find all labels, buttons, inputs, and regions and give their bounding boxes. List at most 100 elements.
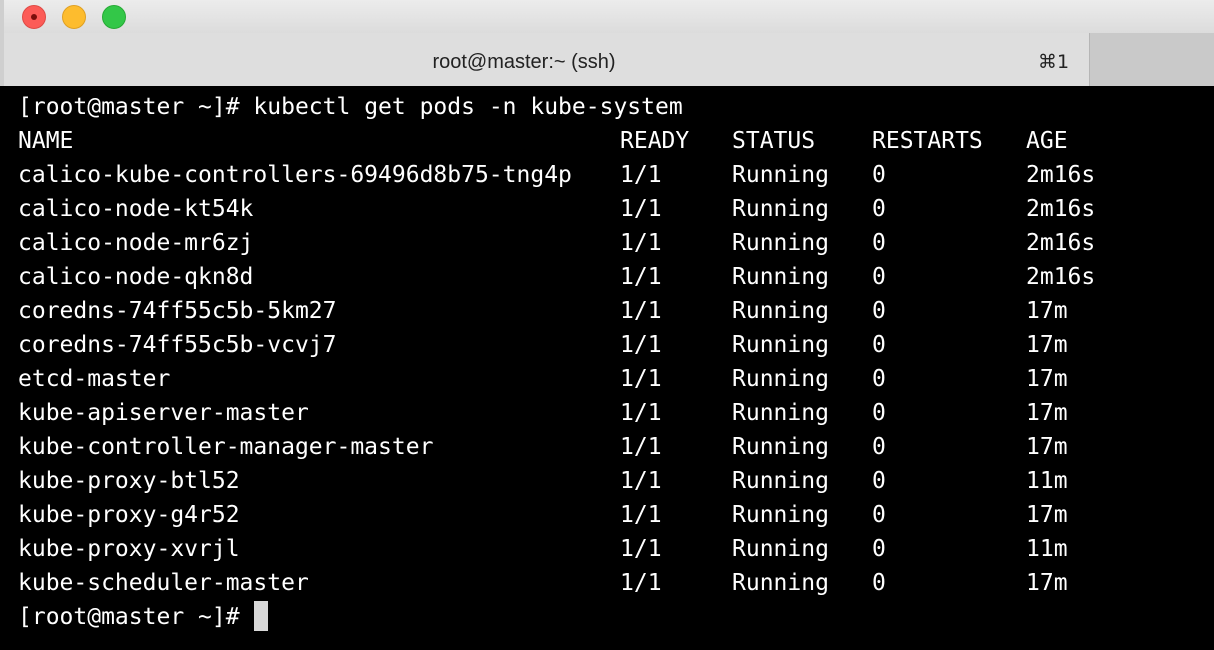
pod-status: Running bbox=[732, 570, 829, 596]
header-name: NAME bbox=[18, 128, 74, 154]
pod-status: Running bbox=[732, 264, 829, 290]
pod-ready: 1/1 bbox=[620, 196, 662, 222]
pod-name: coredns-74ff55c5b-5km27 bbox=[18, 298, 337, 324]
pod-restarts: 0 bbox=[872, 536, 886, 562]
pod-restarts: 0 bbox=[872, 400, 886, 426]
pod-ready: 1/1 bbox=[620, 502, 662, 528]
header-age: AGE bbox=[1026, 128, 1068, 154]
pod-status: Running bbox=[732, 196, 829, 222]
pod-name: kube-proxy-btl52 bbox=[18, 468, 240, 494]
table-row: etcd-master 1/1 Running 0 17m bbox=[18, 362, 1068, 396]
header-restarts: RESTARTS bbox=[872, 128, 983, 154]
pod-restarts: 0 bbox=[872, 264, 886, 290]
pod-ready: 1/1 bbox=[620, 468, 662, 494]
title-bar bbox=[0, 0, 1214, 33]
pod-restarts: 0 bbox=[872, 196, 886, 222]
pod-restarts: 0 bbox=[872, 468, 886, 494]
terminal-window: root@master:~ (ssh) ⌘1 [root@master ~]# … bbox=[0, 0, 1214, 650]
pod-restarts: 0 bbox=[872, 332, 886, 358]
pod-age: 17m bbox=[1026, 332, 1068, 358]
pod-ready: 1/1 bbox=[620, 400, 662, 426]
tab-ssh-session[interactable]: root@master:~ (ssh) ⌘1 bbox=[4, 33, 1090, 86]
pod-age: 11m bbox=[1026, 536, 1068, 562]
minimize-window-button[interactable] bbox=[62, 5, 86, 29]
pod-status: Running bbox=[732, 230, 829, 256]
pod-ready: 1/1 bbox=[620, 230, 662, 256]
table-header: NAME READY STATUS RESTARTS AGE bbox=[18, 124, 1068, 158]
pod-name: kube-proxy-xvrjl bbox=[18, 536, 240, 562]
table-row: coredns-74ff55c5b-5km27 1/1 Running 0 17… bbox=[18, 294, 1068, 328]
pod-name: calico-kube-controllers-69496d8b75-tng4p bbox=[18, 162, 572, 188]
header-ready: READY bbox=[620, 128, 690, 154]
maximize-window-button[interactable] bbox=[102, 5, 126, 29]
pod-ready: 1/1 bbox=[620, 434, 662, 460]
command-line: [root@master ~]# kubectl get pods -n kub… bbox=[18, 90, 683, 124]
pod-name: kube-scheduler-master bbox=[18, 570, 309, 596]
pod-age: 17m bbox=[1026, 502, 1068, 528]
pod-name: kube-controller-manager-master bbox=[18, 434, 434, 460]
pod-restarts: 0 bbox=[872, 162, 886, 188]
pod-status: Running bbox=[732, 468, 829, 494]
tab-bar: root@master:~ (ssh) ⌘1 bbox=[0, 33, 1214, 86]
pod-status: Running bbox=[732, 366, 829, 392]
tab-title: root@master:~ (ssh) bbox=[432, 51, 616, 73]
close-window-button[interactable] bbox=[22, 5, 46, 29]
pod-restarts: 0 bbox=[872, 570, 886, 596]
pod-ready: 1/1 bbox=[620, 298, 662, 324]
shell-prompt: [root@master ~]# bbox=[18, 604, 240, 630]
pod-restarts: 0 bbox=[872, 230, 886, 256]
table-row: calico-kube-controllers-69496d8b75-tng4p… bbox=[18, 158, 1095, 192]
pod-restarts: 0 bbox=[872, 434, 886, 460]
pod-name: calico-node-kt54k bbox=[18, 196, 254, 222]
pod-restarts: 0 bbox=[872, 502, 886, 528]
pod-ready: 1/1 bbox=[620, 536, 662, 562]
table-row: calico-node-qkn8d 1/1 Running 0 2m16s bbox=[18, 260, 1095, 294]
pod-ready: 1/1 bbox=[620, 570, 662, 596]
pod-age: 2m16s bbox=[1026, 230, 1096, 256]
table-row: coredns-74ff55c5b-vcvj7 1/1 Running 0 17… bbox=[18, 328, 1068, 362]
pod-age: 17m bbox=[1026, 434, 1068, 460]
pod-name: kube-apiserver-master bbox=[18, 400, 309, 426]
pod-status: Running bbox=[732, 434, 829, 460]
table-row: kube-scheduler-master 1/1 Running 0 17m bbox=[18, 566, 1068, 600]
pod-ready: 1/1 bbox=[620, 264, 662, 290]
tab-shortcut-label: ⌘1 bbox=[1038, 51, 1070, 73]
pod-age: 17m bbox=[1026, 366, 1068, 392]
pod-status: Running bbox=[732, 400, 829, 426]
header-status: STATUS bbox=[732, 128, 816, 154]
terminal-output[interactable]: [root@master ~]# kubectl get pods -n kub… bbox=[0, 86, 1214, 650]
pod-ready: 1/1 bbox=[620, 332, 662, 358]
tab-bar-empty-area[interactable] bbox=[1090, 33, 1214, 86]
table-row: calico-node-mr6zj 1/1 Running 0 2m16s bbox=[18, 226, 1095, 260]
table-row: kube-controller-manager-master 1/1 Runni… bbox=[18, 430, 1068, 464]
table-row: kube-proxy-btl52 1/1 Running 0 11m bbox=[18, 464, 1068, 498]
pod-name: etcd-master bbox=[18, 366, 171, 392]
pod-status: Running bbox=[732, 332, 829, 358]
pod-status: Running bbox=[732, 536, 829, 562]
pod-age: 2m16s bbox=[1026, 162, 1096, 188]
table-row: kube-apiserver-master 1/1 Running 0 17m bbox=[18, 396, 1068, 430]
pod-ready: 1/1 bbox=[620, 366, 662, 392]
shell-prompt: [root@master ~]# bbox=[18, 94, 240, 120]
table-row: calico-node-kt54k 1/1 Running 0 2m16s bbox=[18, 192, 1095, 226]
pod-name: calico-node-mr6zj bbox=[18, 230, 254, 256]
pod-status: Running bbox=[732, 162, 829, 188]
pod-name: kube-proxy-g4r52 bbox=[18, 502, 240, 528]
pod-restarts: 0 bbox=[872, 298, 886, 324]
pod-name: coredns-74ff55c5b-vcvj7 bbox=[18, 332, 337, 358]
pod-age: 11m bbox=[1026, 468, 1068, 494]
pod-age: 2m16s bbox=[1026, 196, 1096, 222]
pod-status: Running bbox=[732, 502, 829, 528]
text-cursor bbox=[253, 600, 268, 631]
pod-status: Running bbox=[732, 298, 829, 324]
table-row: kube-proxy-xvrjl 1/1 Running 0 11m bbox=[18, 532, 1068, 566]
table-row: kube-proxy-g4r52 1/1 Running 0 17m bbox=[18, 498, 1068, 532]
pod-age: 17m bbox=[1026, 400, 1068, 426]
pod-name: calico-node-qkn8d bbox=[18, 264, 254, 290]
command-text: kubectl get pods -n kube-system bbox=[253, 94, 683, 120]
pod-age: 17m bbox=[1026, 298, 1068, 324]
pod-age: 17m bbox=[1026, 570, 1068, 596]
prompt-line[interactable]: [root@master ~]# bbox=[18, 600, 268, 634]
pod-restarts: 0 bbox=[872, 366, 886, 392]
pod-ready: 1/1 bbox=[620, 162, 662, 188]
